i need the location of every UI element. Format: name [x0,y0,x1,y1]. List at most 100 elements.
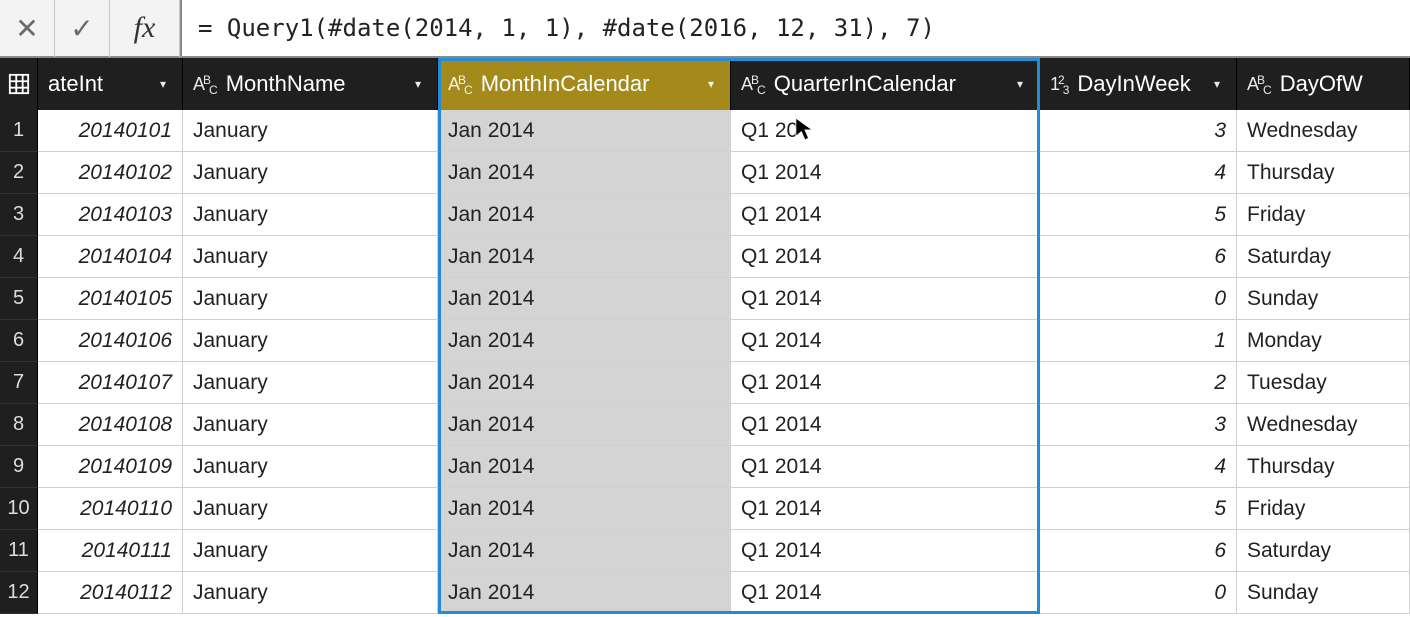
cell-dayinweek[interactable]: 4 [1040,446,1237,488]
cancel-button[interactable]: ✕ [0,0,55,57]
cell-monthincalendar[interactable]: Jan 2014 [438,278,731,320]
cell-dateint[interactable]: 20140103 [38,194,183,236]
cell-dateint[interactable]: 20140108 [38,404,183,446]
cell-dayofweek[interactable]: Friday [1237,488,1410,530]
cell-dayofweek[interactable]: Sunday [1237,278,1410,320]
cell-monthincalendar[interactable]: Jan 2014 [438,446,731,488]
cell-dateint[interactable]: 20140111 [38,530,183,572]
cell-dayinweek[interactable]: 0 [1040,572,1237,614]
cell-monthincalendar[interactable]: Jan 2014 [438,488,731,530]
cell-quarterincalendar[interactable]: Q1 2014 [731,572,1040,614]
cell-dayofweek[interactable]: Wednesday [1237,404,1410,446]
filter-icon[interactable]: ▾ [1009,73,1031,95]
row-number[interactable]: 11 [0,530,38,572]
formula-input[interactable]: = Query1(#date(2014, 1, 1), #date(2016, … [180,0,1410,56]
cell-monthname[interactable]: January [183,110,438,152]
row-number[interactable]: 4 [0,236,38,278]
filter-icon[interactable]: ▾ [152,73,174,95]
cell-monthincalendar[interactable]: Jan 2014 [438,110,731,152]
table-corner-button[interactable] [0,58,38,110]
row-number[interactable]: 9 [0,446,38,488]
cell-monthincalendar[interactable]: Jan 2014 [438,404,731,446]
cell-quarterincalendar[interactable]: Q1 2014 [731,278,1040,320]
column-header-dayofweek[interactable]: ABC DayOfW [1237,58,1410,110]
column-header-dayinweek[interactable]: 123 DayInWeek ▾ [1040,58,1237,110]
cell-monthname[interactable]: January [183,278,438,320]
column-header-monthincalendar[interactable]: ABC MonthInCalendar ▾ [438,58,731,110]
cell-quarterincalendar[interactable]: Q1 2014 [731,530,1040,572]
cell-dayofweek[interactable]: Wednesday [1237,110,1410,152]
cell-quarterincalendar[interactable]: Q1 2014 [731,236,1040,278]
row-number[interactable]: 6 [0,320,38,362]
cell-quarterincalendar[interactable]: Q1 2014 [731,446,1040,488]
cell-dateint[interactable]: 20140110 [38,488,183,530]
filter-icon[interactable]: ▾ [1206,73,1228,95]
cell-dayofweek[interactable]: Thursday [1237,152,1410,194]
cell-dayinweek[interactable]: 3 [1040,404,1237,446]
cell-monthname[interactable]: January [183,530,438,572]
cell-monthincalendar[interactable]: Jan 2014 [438,194,731,236]
cell-monthincalendar[interactable]: Jan 2014 [438,152,731,194]
cell-dateint[interactable]: 20140106 [38,320,183,362]
cell-dayinweek[interactable]: 6 [1040,530,1237,572]
confirm-button[interactable]: ✓ [55,0,110,57]
cell-dateint[interactable]: 20140109 [38,446,183,488]
cell-monthname[interactable]: January [183,236,438,278]
cell-monthname[interactable]: January [183,152,438,194]
cell-dateint[interactable]: 20140102 [38,152,183,194]
row-number[interactable]: 12 [0,572,38,614]
cell-monthincalendar[interactable]: Jan 2014 [438,362,731,404]
cell-dayofweek[interactable]: Tuesday [1237,362,1410,404]
cell-dayinweek[interactable]: 0 [1040,278,1237,320]
cell-dateint[interactable]: 20140105 [38,278,183,320]
cell-monthincalendar[interactable]: Jan 2014 [438,530,731,572]
cell-dayofweek[interactable]: Saturday [1237,530,1410,572]
cell-dateint[interactable]: 20140107 [38,362,183,404]
cell-dayofweek[interactable]: Friday [1237,194,1410,236]
cell-monthname[interactable]: January [183,194,438,236]
row-number[interactable]: 10 [0,488,38,530]
cell-dayofweek[interactable]: Saturday [1237,236,1410,278]
column-header-quarterincalendar[interactable]: ABC QuarterInCalendar ▾ [731,58,1040,110]
cell-monthname[interactable]: January [183,572,438,614]
cell-quarterincalendar[interactable]: Q1 2014 [731,362,1040,404]
cell-quarterincalendar[interactable]: Q1 2014 [731,488,1040,530]
row-number[interactable]: 7 [0,362,38,404]
cell-dayofweek[interactable]: Thursday [1237,446,1410,488]
filter-icon[interactable]: ▾ [407,73,429,95]
cell-dateint[interactable]: 20140101 [38,110,183,152]
cell-monthname[interactable]: January [183,488,438,530]
cell-dayinweek[interactable]: 3 [1040,110,1237,152]
cell-dayofweek[interactable]: Monday [1237,320,1410,362]
cell-dayinweek[interactable]: 5 [1040,194,1237,236]
cell-quarterincalendar[interactable]: Q1 2014 [731,404,1040,446]
cell-quarterincalendar[interactable]: Q1 2014 [731,194,1040,236]
row-number[interactable]: 2 [0,152,38,194]
cell-dayofweek[interactable]: Sunday [1237,572,1410,614]
cell-dateint[interactable]: 20140112 [38,572,183,614]
row-number[interactable]: 1 [0,110,38,152]
cell-quarterincalendar[interactable]: Q1 2014 [731,320,1040,362]
cell-monthincalendar[interactable]: Jan 2014 [438,572,731,614]
cell-monthincalendar[interactable]: Jan 2014 [438,320,731,362]
cell-dayinweek[interactable]: 4 [1040,152,1237,194]
column-header-monthname[interactable]: ABC MonthName ▾ [183,58,438,110]
cell-quarterincalendar[interactable]: Q1 2014 [731,152,1040,194]
cell-dayinweek[interactable]: 6 [1040,236,1237,278]
cell-dayinweek[interactable]: 1 [1040,320,1237,362]
cell-monthincalendar[interactable]: Jan 2014 [438,236,731,278]
cell-monthname[interactable]: January [183,404,438,446]
cell-dayinweek[interactable]: 5 [1040,488,1237,530]
cell-dayinweek[interactable]: 2 [1040,362,1237,404]
fx-button[interactable]: fx [110,0,180,57]
row-number[interactable]: 3 [0,194,38,236]
cell-monthname[interactable]: January [183,446,438,488]
cell-monthname[interactable]: January [183,362,438,404]
row-number[interactable]: 8 [0,404,38,446]
cell-monthname[interactable]: January [183,320,438,362]
row-number[interactable]: 5 [0,278,38,320]
cell-dateint[interactable]: 20140104 [38,236,183,278]
column-header-dateint[interactable]: ateInt ▾ [38,58,183,110]
filter-icon[interactable]: ▾ [700,73,722,95]
cell-quarterincalendar[interactable]: Q1 20 [731,110,1040,152]
